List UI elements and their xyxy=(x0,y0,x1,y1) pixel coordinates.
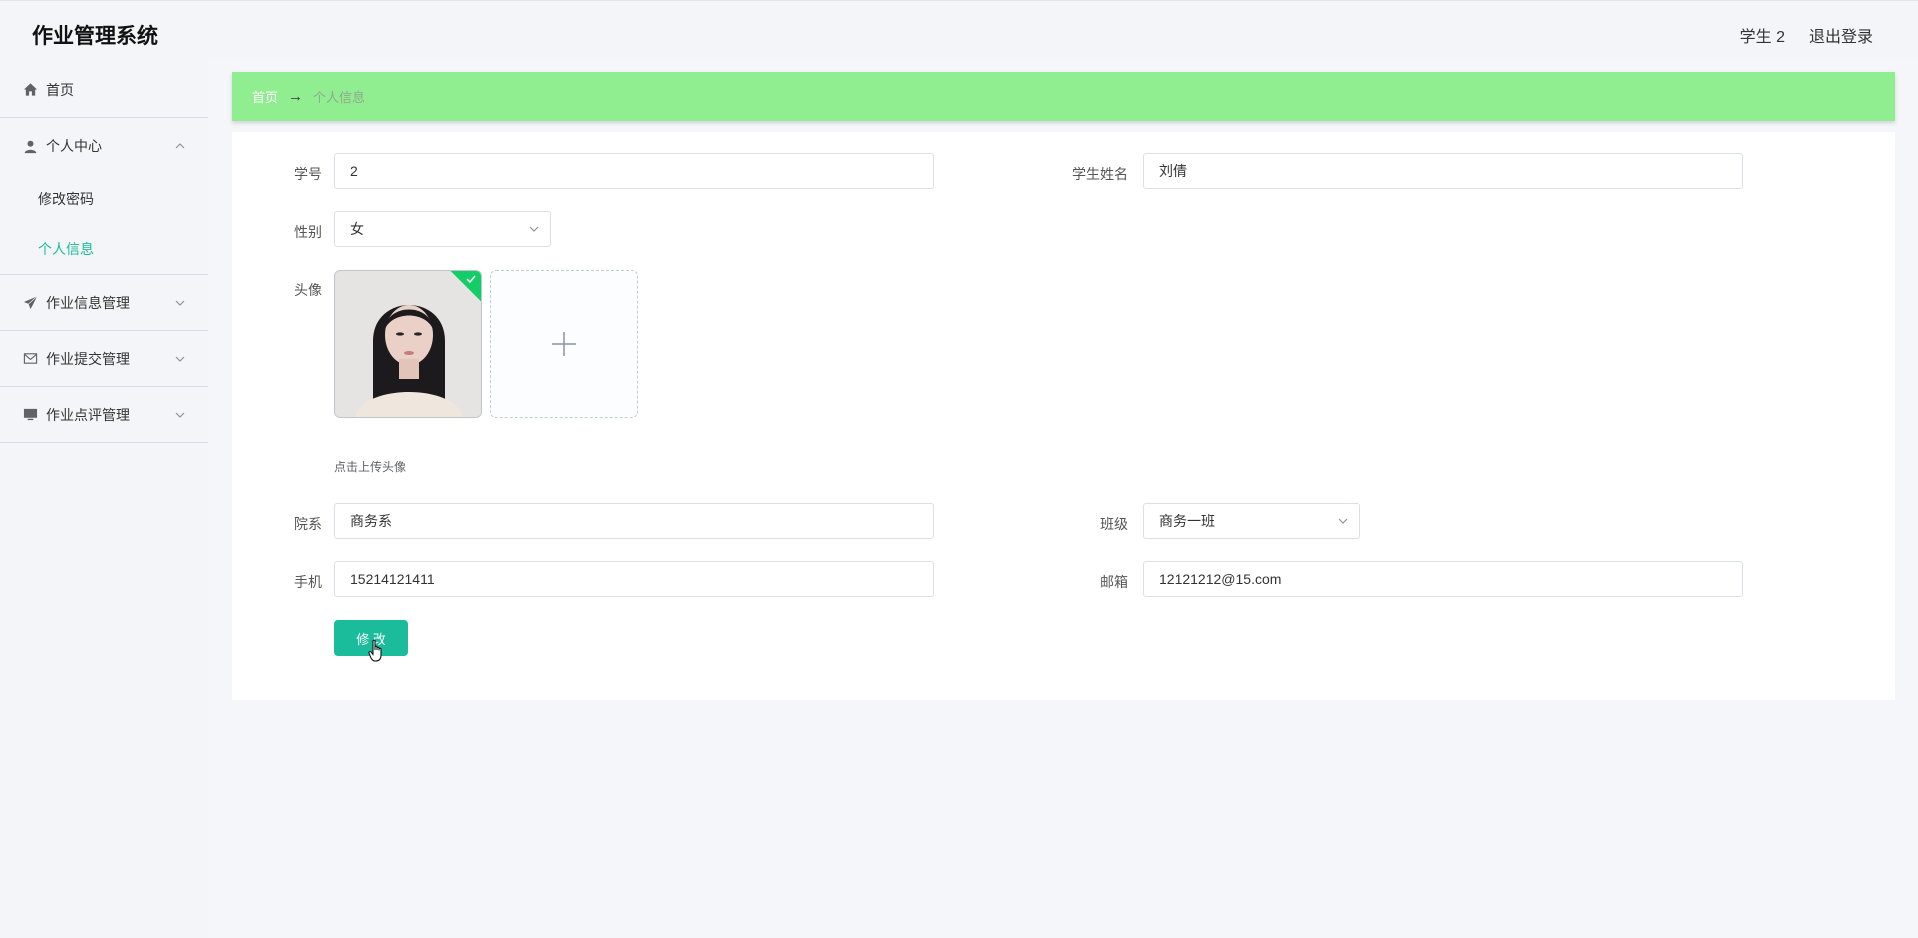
breadcrumb: 首页 → 个人信息 xyxy=(232,72,1895,121)
student-name-input[interactable] xyxy=(1143,153,1743,189)
envelope-icon xyxy=(22,351,38,367)
sidebar-item-change-password[interactable]: 修改密码 xyxy=(0,174,208,224)
breadcrumb-current: 个人信息 xyxy=(313,90,366,105)
sidebar-item-label: 作业提交管理 xyxy=(46,350,130,367)
department-label: 院系 xyxy=(294,516,322,532)
sidebar-item-homework-info[interactable]: 作业信息管理 xyxy=(0,275,208,331)
class-label: 班级 xyxy=(1100,516,1128,532)
current-user: 学生 2 xyxy=(1739,29,1785,46)
breadcrumb-home[interactable]: 首页 xyxy=(252,87,278,106)
sidebar-item-personal-info[interactable]: 个人信息 xyxy=(0,224,208,274)
sidebar-item-personal-center[interactable]: 个人中心 xyxy=(0,118,208,174)
sidebar-item-homework-review[interactable]: 作业点评管理 xyxy=(0,387,208,443)
email-label: 邮箱 xyxy=(1100,574,1128,590)
student-id-input[interactable] xyxy=(334,153,934,189)
home-icon xyxy=(22,82,38,98)
avatar-preview[interactable] xyxy=(334,270,482,418)
department-input[interactable] xyxy=(334,503,934,539)
avatar-image xyxy=(335,271,481,417)
class-select[interactable]: 商务一班 xyxy=(1143,503,1360,539)
student-id-label: 学号 xyxy=(294,166,322,182)
sidebar-item-label: 个人信息 xyxy=(38,241,94,257)
sidebar-item-label: 作业点评管理 xyxy=(46,406,130,423)
monitor-icon xyxy=(22,407,38,423)
avatar-label: 头像 xyxy=(294,282,322,298)
class-select-value: 商务一班 xyxy=(1159,513,1215,529)
sidebar-item-home[interactable]: 首页 xyxy=(0,62,208,118)
submenu-personal-center: 修改密码 个人信息 xyxy=(0,174,208,275)
check-icon xyxy=(466,275,476,284)
chevron-down-icon xyxy=(529,226,539,232)
chevron-up-icon xyxy=(175,143,185,149)
chevron-down-icon xyxy=(175,412,185,418)
plus-icon xyxy=(552,332,576,356)
gender-select-value: 女 xyxy=(350,221,364,237)
personal-info-form: 学号 学生姓名 性别 女 头像 点击上传头像 院系 班级 商务一班 手机 xyxy=(232,132,1895,700)
header-user-area: 学生 2 退出登录 xyxy=(1740,23,1873,47)
chevron-down-icon xyxy=(175,356,185,362)
logout-button[interactable]: 退出登录 xyxy=(1809,23,1873,47)
email-input[interactable] xyxy=(1143,561,1743,597)
gender-select[interactable]: 女 xyxy=(334,211,551,247)
paper-plane-icon xyxy=(22,295,38,311)
chevron-down-icon xyxy=(175,300,185,306)
sidebar: 首页 个人中心 修改密码 个人信息 作业信息管理 作业提交管理 作业点评管理 xyxy=(0,62,208,938)
sidebar-item-label: 修改密码 xyxy=(38,191,94,207)
sidebar-item-label: 个人中心 xyxy=(46,138,102,154)
sidebar-item-homework-submission[interactable]: 作业提交管理 xyxy=(0,331,208,387)
chevron-down-icon xyxy=(1338,518,1348,524)
phone-label: 手机 xyxy=(294,574,322,590)
phone-input[interactable] xyxy=(334,561,934,597)
app-title: 作业管理系统 xyxy=(32,25,158,48)
sidebar-item-label: 作业信息管理 xyxy=(46,294,130,311)
gender-label: 性别 xyxy=(294,224,322,240)
student-name-label: 学生姓名 xyxy=(1072,166,1128,182)
top-header: 作业管理系统 学生 2 退出登录 xyxy=(0,0,1918,62)
user-icon xyxy=(22,138,38,154)
breadcrumb-arrow-icon: → xyxy=(288,88,304,105)
avatar-upload-button[interactable] xyxy=(490,270,638,418)
submit-button[interactable]: 修 改 xyxy=(334,620,408,656)
avatar-upload-tip: 点击上传头像 xyxy=(334,460,407,474)
sidebar-item-label: 首页 xyxy=(46,81,74,98)
